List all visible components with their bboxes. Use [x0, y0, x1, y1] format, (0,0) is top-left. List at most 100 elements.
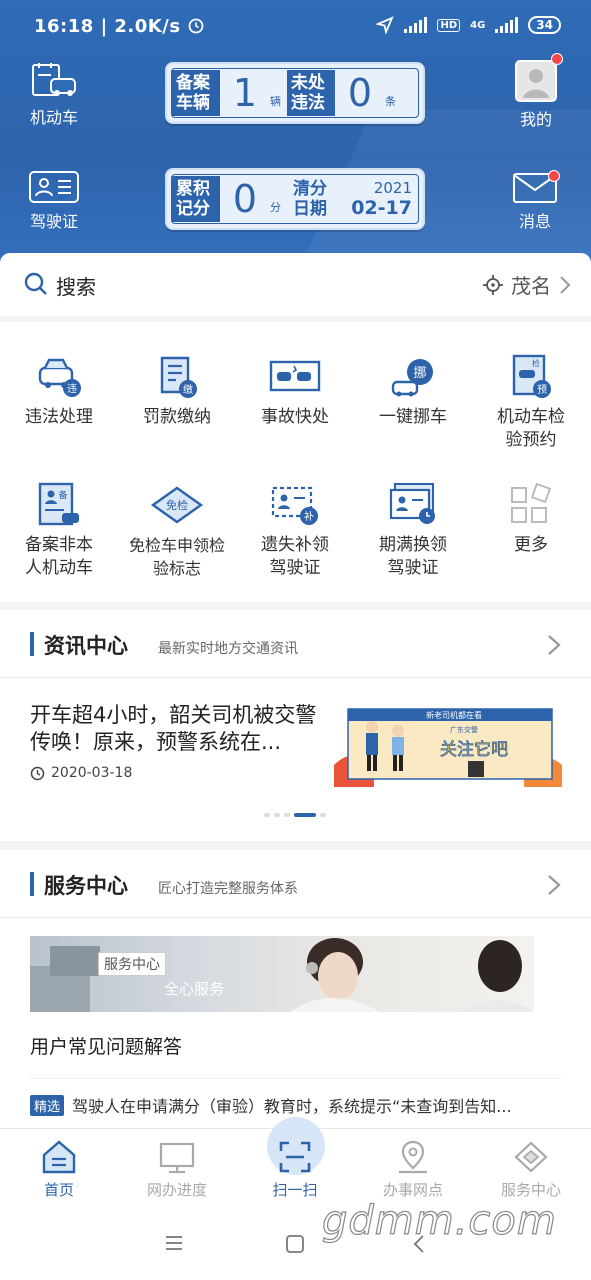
svg-text:挪: 挪	[413, 366, 426, 381]
image-mid-text: 广东交警	[450, 725, 478, 734]
svg-text:违: 违	[67, 383, 77, 395]
service-label: 更多	[514, 535, 548, 555]
renew-icon	[389, 483, 435, 524]
avatar	[515, 60, 557, 102]
pager-dot	[274, 813, 280, 817]
inspection-icon: 检预	[512, 354, 551, 398]
svg-text:缴: 缴	[183, 383, 193, 396]
location-icon	[399, 1140, 427, 1174]
message-notification-dot	[548, 170, 560, 182]
service-header[interactable]: 服务中心 匠心打造完整服务体系	[0, 850, 591, 918]
license-label: 驾驶证	[29, 212, 78, 231]
svg-text:备: 备	[58, 489, 67, 501]
vehicle-icon	[32, 63, 76, 96]
chevron-right-icon	[548, 635, 561, 655]
service-reissue[interactable]: 补 遗失补领驾驶证	[236, 482, 354, 580]
menu-icon[interactable]	[164, 1234, 184, 1252]
home-square-icon[interactable]	[285, 1234, 305, 1254]
service-renew[interactable]: 期满换领驾驶证	[354, 482, 472, 580]
pager-dot-active	[294, 813, 316, 817]
nav-label: 扫一扫	[272, 1181, 318, 1199]
violation-icon: 违	[38, 358, 81, 397]
mine-button[interactable]: 我的	[512, 60, 560, 130]
accumulated-points-value: 0	[232, 177, 258, 221]
banner-text: 全心服务	[164, 980, 225, 998]
nav-home[interactable]: 首页	[0, 1139, 118, 1200]
news-article-title[interactable]: 开车超4小时，韶关司机被交警传唤！原来，预警系统在...	[30, 702, 320, 756]
search-icon	[24, 272, 47, 295]
chevron-right-icon	[560, 275, 571, 294]
header: 16:18 | 2.0K/s HD 4G 34 机动车 驾驶证 备案 车辆 1 辆…	[0, 0, 591, 265]
alarm-icon	[188, 18, 204, 34]
nav-service[interactable]: 服务中心	[472, 1139, 590, 1200]
svg-text:免检: 免检	[166, 498, 188, 512]
faq-title[interactable]: 用户常见问题解答	[30, 1032, 182, 1059]
service-inspection[interactable]: 检预 机动车检验预约	[472, 354, 590, 452]
faq-item[interactable]: 精选 驾驶人在申请满分（审验）教育时，系统提示“未查询到告知...	[30, 1093, 570, 1117]
service-move-car[interactable]: 挪 一键挪车	[354, 354, 472, 429]
crosshair-icon	[483, 274, 503, 295]
image-top-text: 新老司机都在看	[426, 710, 482, 720]
hd-icon: HD	[437, 18, 461, 32]
register-icon: 备	[38, 482, 79, 526]
signal-icon	[404, 17, 428, 33]
pager-dot	[320, 813, 326, 817]
service-label: 备案非本人机动车	[25, 535, 93, 578]
vehicle-button[interactable]: 机动车	[26, 62, 82, 128]
points-unit: 分	[270, 201, 281, 214]
news-illustration: 新老司机都在看 广东交警 关注它吧	[334, 708, 562, 787]
violations-unit: 条	[385, 95, 396, 108]
news-header[interactable]: 资讯中心 最新实时地方交通资讯	[0, 610, 591, 678]
nav-label: 办事网点	[382, 1181, 443, 1199]
svg-text:预: 预	[537, 384, 547, 396]
featured-tag: 精选	[30, 1095, 65, 1116]
service-label: 遗失补领驾驶证	[261, 535, 329, 578]
location-selector[interactable]: 茂名	[483, 270, 571, 299]
clock-icon	[30, 766, 45, 780]
pager-dot	[264, 813, 270, 817]
service-register[interactable]: 备 备案非本人机动车	[0, 482, 118, 580]
scan-icon	[279, 1141, 311, 1173]
license-button[interactable]: 驾驶证	[26, 170, 82, 232]
nav-scan[interactable]: 扫一扫	[236, 1139, 354, 1200]
clear-date-label: 清分 日期	[293, 179, 327, 219]
nav-label: 服务中心	[500, 1181, 561, 1199]
mine-label: 我的	[519, 110, 552, 129]
battery-icon: 34	[528, 16, 561, 34]
clear-date-value: 2021 02-17	[351, 179, 412, 219]
image-main-text: 关注它吧	[440, 740, 508, 760]
search-label: 搜索	[56, 275, 96, 299]
news-subtitle: 最新实时地方交通资讯	[158, 641, 298, 657]
service-label: 期满换领驾驶证	[379, 535, 447, 578]
status-time: 16:18 | 2.0K/s	[34, 16, 205, 37]
service-banner[interactable]: 服务中心 全心服务	[30, 936, 534, 1012]
service-accident[interactable]: 事故快处	[236, 354, 354, 429]
watermark: gdmm.com	[321, 1197, 557, 1244]
service-fine[interactable]: 缴 罚款缴纳	[118, 354, 236, 429]
accumulated-points-label: 累积 记分	[172, 176, 220, 222]
search-bar[interactable]: 搜索 茂名	[0, 253, 591, 316]
mine-notification-dot	[551, 53, 563, 65]
unhandled-violations-label: 未处 违法	[287, 70, 335, 116]
pager-dot	[284, 813, 290, 817]
news-article-image[interactable]: 新老司机都在看 广东交警 关注它吧	[334, 705, 562, 787]
service-subtitle: 匠心打造完整服务体系	[158, 881, 298, 897]
vehicle-summary-card[interactable]: 备案 车辆 1 辆 未处 违法 0 条	[165, 62, 425, 124]
service-exempt[interactable]: 免检 免检车申领检验标志	[118, 482, 236, 580]
service-grid: 违 违法处理 缴 罚款缴纳 事故快处 挪 一键挪车 检预 机动车检验预约 备 备…	[0, 322, 591, 602]
nav-label: 网办进度	[146, 1181, 207, 1199]
status-bar: 16:18 | 2.0K/s HD 4G 34	[0, 0, 591, 56]
divider	[30, 1078, 561, 1079]
points-summary-card[interactable]: 累积 记分 0 分 清分 日期 2021 02-17	[165, 168, 425, 230]
registered-vehicles-count: 1	[232, 71, 258, 115]
nav-progress[interactable]: 网办进度	[118, 1139, 236, 1200]
news-pager	[264, 813, 326, 817]
news-center: 资讯中心 最新实时地方交通资讯 开车超4小时，韶关司机被交警传唤！原来，预警系统…	[0, 610, 591, 841]
service-label: 机动车检验预约	[497, 407, 565, 450]
service-violation[interactable]: 违 违法处理	[0, 354, 118, 429]
nav-outlets[interactable]: 办事网点	[354, 1139, 472, 1200]
section-bar	[30, 632, 34, 656]
reissue-icon: 补	[271, 486, 318, 525]
network-type: 4G	[470, 19, 486, 31]
service-more[interactable]: 更多	[472, 482, 590, 557]
